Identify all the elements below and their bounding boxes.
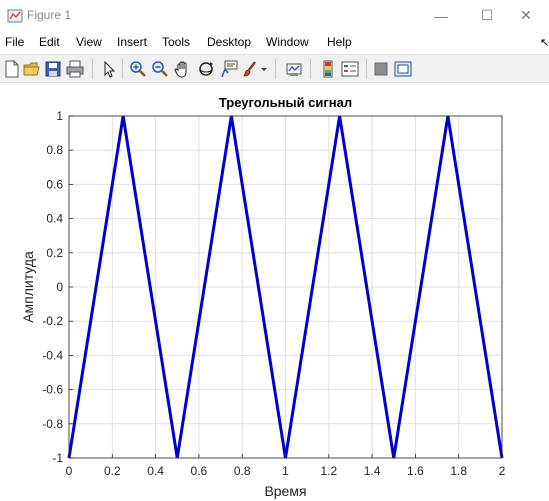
zoom-out-icon[interactable] [150, 59, 170, 79]
y-tick-label: 0 [56, 280, 63, 294]
menu-edit[interactable]: Edit [39, 35, 60, 49]
menu-file[interactable]: File [5, 35, 24, 49]
close-button[interactable]: ✕ [503, 0, 549, 31]
pan-hand-icon[interactable] [173, 59, 193, 79]
toolbar-separator [275, 59, 276, 79]
x-tick-label: 1 [282, 464, 289, 478]
rotate-3d-icon[interactable] [196, 59, 216, 79]
menu-help[interactable]: Help [327, 35, 352, 49]
hide-plot-tools-icon[interactable] [371, 59, 391, 79]
dock-arrow-icon[interactable]: ↖ [540, 36, 549, 49]
show-plot-tools-icon[interactable] [393, 59, 413, 79]
y-tick-label: -0.2 [42, 314, 63, 328]
menu-insert[interactable]: Insert [117, 35, 147, 49]
x-tick-label: 1.8 [450, 464, 467, 478]
minimize-button[interactable]: — [418, 0, 464, 31]
x-tick-label: 0 [66, 464, 73, 478]
open-file-icon[interactable] [22, 59, 42, 79]
menu-view[interactable]: View [76, 35, 102, 49]
menu-window[interactable]: Window [266, 35, 309, 49]
print-icon[interactable] [65, 59, 85, 79]
y-tick-label: 0.2 [46, 246, 63, 260]
new-figure-icon[interactable] [2, 59, 22, 79]
y-tick-label: 0.8 [46, 143, 63, 157]
menu-tools[interactable]: Tools [162, 35, 190, 49]
data-cursor-icon[interactable] [219, 59, 239, 79]
brush-icon[interactable] [241, 59, 261, 79]
x-tick-label: 0.6 [191, 464, 208, 478]
toolbar-separator [92, 59, 93, 79]
chevron-down-icon[interactable] [260, 59, 268, 79]
link-plot-icon[interactable] [284, 59, 304, 79]
matlab-figure-icon [7, 9, 23, 23]
legend-icon[interactable] [340, 59, 360, 79]
line-chart[interactable]: 0 0.2 0.4 0.6 0.8 1 1.2 1.4 1.6 1.8 2 -1 -0.8 -0.6 -0.… [0, 84, 549, 501]
x-axis-label: Время [264, 483, 306, 499]
y-tick-label: 0.6 [46, 177, 63, 191]
y-tick-label: -0.8 [42, 417, 63, 431]
maximize-icon: ☐ [480, 7, 494, 23]
y-tick-label: -0.6 [42, 383, 63, 397]
y-tick-label: 0.4 [46, 212, 63, 226]
x-tick-label: 0.2 [104, 464, 121, 478]
x-tick-label: 1.6 [407, 464, 424, 478]
toolbar-separator [122, 59, 123, 79]
window-title: Figure 1 [27, 8, 72, 22]
x-tick-label: 1.4 [364, 464, 381, 478]
select-arrow-icon[interactable] [99, 59, 119, 79]
x-tick-label: 2 [499, 464, 506, 478]
y-axis-label: Амплитуда [20, 251, 36, 323]
y-tick-label: -0.4 [42, 348, 63, 362]
x-tick-label: 0.8 [234, 464, 251, 478]
close-icon: ✕ [520, 7, 532, 23]
menu-desktop[interactable]: Desktop [207, 35, 251, 49]
toolbar-separator [366, 59, 367, 79]
figure-toolbar [0, 54, 549, 83]
menu-bar: File Edit View Insert Tools Desktop Wind… [0, 33, 549, 53]
zoom-in-icon[interactable] [128, 59, 148, 79]
y-tick-label: 1 [56, 109, 63, 123]
window-titlebar: Figure 1 — ☐ ✕ [0, 0, 549, 31]
save-icon[interactable] [43, 59, 63, 79]
chart-title: Треугольный сигнал [219, 95, 352, 110]
colorbar-icon[interactable] [318, 59, 338, 79]
y-tick-label: -1 [52, 451, 63, 465]
minimize-icon: — [434, 7, 448, 24]
x-tick-label: 1.2 [320, 464, 337, 478]
toolbar-separator [310, 59, 311, 79]
x-tick-label: 0.4 [147, 464, 164, 478]
